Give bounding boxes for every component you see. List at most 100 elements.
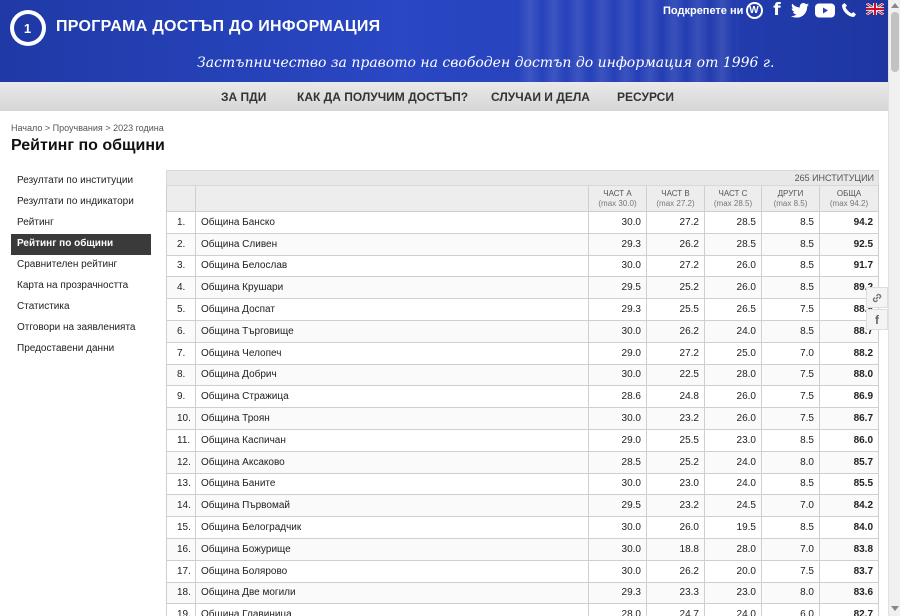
rating-table: 265 ИНСТИТУЦИИ ЧАСТ A (max 30.0) ЧАСТ B (m… xyxy=(165,170,880,616)
cell-municipality[interactable]: Община Белослав xyxy=(195,254,589,278)
cell-municipality[interactable]: Община Крушари xyxy=(195,276,589,300)
cell-municipality[interactable]: Община Челопеч xyxy=(195,341,589,365)
cell-part-a: 29.0 xyxy=(588,428,647,452)
sidebar: Резултати по институции Резултати по инд… xyxy=(11,171,151,360)
page-scrollbar[interactable] xyxy=(888,0,900,616)
cell-part-c: 25.0 xyxy=(704,341,762,365)
cell-municipality[interactable]: Община Болярово xyxy=(195,559,589,583)
sidebar-item-indicator-results[interactable]: Резултати по индикатори xyxy=(11,192,151,213)
nav-item-access[interactable]: КАК ДА ПОЛУЧИМ ДОСТЪП? xyxy=(297,90,468,104)
header-name xyxy=(195,185,589,212)
table-row: 14. Община Първомай 29.5 23.2 24.5 7.0 84.2 xyxy=(166,494,880,518)
cell-part-c: 26.0 xyxy=(704,276,762,300)
cell-other: 7.5 xyxy=(761,407,820,430)
sidebar-item-comparative-rating[interactable]: Сравнителен рейтинг xyxy=(11,255,151,276)
support-link[interactable]: Подкрепете ни xyxy=(663,5,743,17)
cell-other: 6.0 xyxy=(761,603,820,616)
cell-municipality[interactable]: Община Стражица xyxy=(195,385,589,409)
share-facebook-icon[interactable]: f xyxy=(866,309,888,330)
cell-part-b: 27.2 xyxy=(646,341,705,365)
sidebar-item-institution-results[interactable]: Резултати по институции xyxy=(11,171,151,192)
cell-municipality[interactable]: Община Баните xyxy=(195,472,589,496)
cell-municipality[interactable]: Община Троян xyxy=(195,407,589,430)
site-title[interactable]: ПРОГРАМА ДОСТЪП ДО ИНФОРМАЦИЯ xyxy=(56,18,380,36)
cell-municipality[interactable]: Община Доспат xyxy=(195,298,589,321)
cell-part-b: 25.5 xyxy=(646,428,705,452)
nav-item-about[interactable]: ЗА ПДИ xyxy=(221,90,266,104)
facebook-icon[interactable]: f xyxy=(770,0,784,20)
cell-part-c: 20.0 xyxy=(704,559,762,583)
header-max: (max 8.5) xyxy=(773,198,808,208)
table-row: 4. Община Крушари 29.5 25.2 26.0 8.5 89.2 xyxy=(166,276,880,300)
table-row: 15. Община Белоградчик 30.0 26.0 19.5 8.5 84.0 xyxy=(166,516,880,539)
breadcrumb-year[interactable]: 2023 година xyxy=(113,123,164,133)
uk-flag-icon[interactable] xyxy=(866,3,884,15)
cell-rank: 3. xyxy=(166,254,196,278)
sidebar-item-transparency-map[interactable]: Карта на прозрачността xyxy=(11,276,151,297)
cell-other: 7.0 xyxy=(761,341,820,365)
cell-municipality[interactable]: Община Аксаково xyxy=(195,450,589,474)
cell-rank: 8. xyxy=(166,363,196,387)
nav-item-cases[interactable]: СЛУЧАИ И ДЕЛА xyxy=(491,90,590,104)
cell-municipality[interactable]: Община Първомай xyxy=(195,494,589,518)
header-max: (max 27.2) xyxy=(656,198,695,208)
header-part-a[interactable]: ЧАСТ A (max 30.0) xyxy=(588,185,647,212)
header-part-b[interactable]: ЧАСТ B (max 27.2) xyxy=(646,185,705,212)
cell-part-b: 22.5 xyxy=(646,363,705,387)
header-other[interactable]: ДРУГИ (max 8.5) xyxy=(761,185,820,212)
cell-municipality[interactable]: Община Две могили xyxy=(195,581,589,605)
cell-total: 85.5 xyxy=(818,472,880,496)
cell-rank: 11. xyxy=(166,428,196,452)
cell-municipality[interactable]: Община Главиница xyxy=(195,603,589,616)
cell-other: 8.5 xyxy=(761,276,820,300)
phone-icon[interactable] xyxy=(840,0,858,20)
breadcrumb-home[interactable]: Начало xyxy=(11,123,42,133)
sidebar-item-provided-data[interactable]: Предоставени данни xyxy=(11,339,151,360)
cell-part-c: 26.0 xyxy=(704,385,762,409)
cell-rank: 9. xyxy=(166,385,196,409)
breadcrumb-studies[interactable]: Проучвания xyxy=(53,123,103,133)
header-label: ДРУГИ xyxy=(777,188,804,198)
copy-link-icon[interactable] xyxy=(866,287,888,308)
header-total[interactable]: ОБЩА (max 94.2) xyxy=(818,185,880,212)
cell-part-c: 24.0 xyxy=(704,472,762,496)
cell-municipality[interactable]: Община Каспичан xyxy=(195,428,589,452)
cell-municipality[interactable]: Община Търговище xyxy=(195,319,589,343)
table-row: 6. Община Търговище 30.0 26.2 24.0 8.5 88.7 xyxy=(166,319,880,343)
cell-part-b: 25.5 xyxy=(646,298,705,321)
sidebar-item-statistics[interactable]: Статистика xyxy=(11,297,151,318)
cell-part-b: 25.2 xyxy=(646,276,705,300)
cell-total: 84.0 xyxy=(818,516,880,539)
sidebar-item-request-responses[interactable]: Отговори на заявленията xyxy=(11,318,151,339)
sidebar-item-rating[interactable]: Рейтинг xyxy=(11,213,151,234)
breadcrumb-separator: > xyxy=(44,123,51,133)
cell-municipality[interactable]: Община Банско xyxy=(195,211,589,234)
scroll-up-arrow-icon[interactable] xyxy=(891,3,899,8)
twitter-icon[interactable] xyxy=(790,0,810,20)
cell-other: 7.0 xyxy=(761,537,820,561)
header-part-c[interactable]: ЧАСТ C (max 28.5) xyxy=(704,185,762,212)
youtube-icon[interactable] xyxy=(815,0,835,20)
header-max: (max 94.2) xyxy=(829,198,869,208)
nav-item-resources[interactable]: РЕСУРСИ xyxy=(617,90,674,104)
header-label: ЧАСТ A xyxy=(603,188,632,198)
cell-other: 8.5 xyxy=(761,254,820,278)
site-logo[interactable]: 1 xyxy=(10,10,46,46)
cell-municipality[interactable]: Община Сливен xyxy=(195,232,589,256)
table-row: 3. Община Белослав 30.0 27.2 26.0 8.5 91.7 xyxy=(166,254,880,278)
cell-municipality[interactable]: Община Божурище xyxy=(195,537,589,561)
wordpress-icon[interactable]: W xyxy=(744,0,764,20)
cell-part-c: 28.5 xyxy=(704,211,762,234)
cell-part-a: 28.6 xyxy=(588,385,647,409)
cell-municipality[interactable]: Община Добрич xyxy=(195,363,589,387)
cell-total: 85.7 xyxy=(818,450,880,474)
breadcrumb-separator: > xyxy=(105,123,111,133)
scroll-thumb[interactable] xyxy=(891,12,899,72)
header-max: (max 30.0) xyxy=(598,198,637,208)
cell-other: 8.5 xyxy=(761,211,820,234)
cell-municipality[interactable]: Община Белоградчик xyxy=(195,516,589,539)
cell-rank: 16. xyxy=(166,537,196,561)
sidebar-item-municipality-rating[interactable]: Рейтинг по общини xyxy=(11,234,151,255)
table-row: 8. Община Добрич 30.0 22.5 28.0 7.5 88.0 xyxy=(166,363,880,387)
scroll-down-arrow-icon[interactable] xyxy=(891,606,899,611)
